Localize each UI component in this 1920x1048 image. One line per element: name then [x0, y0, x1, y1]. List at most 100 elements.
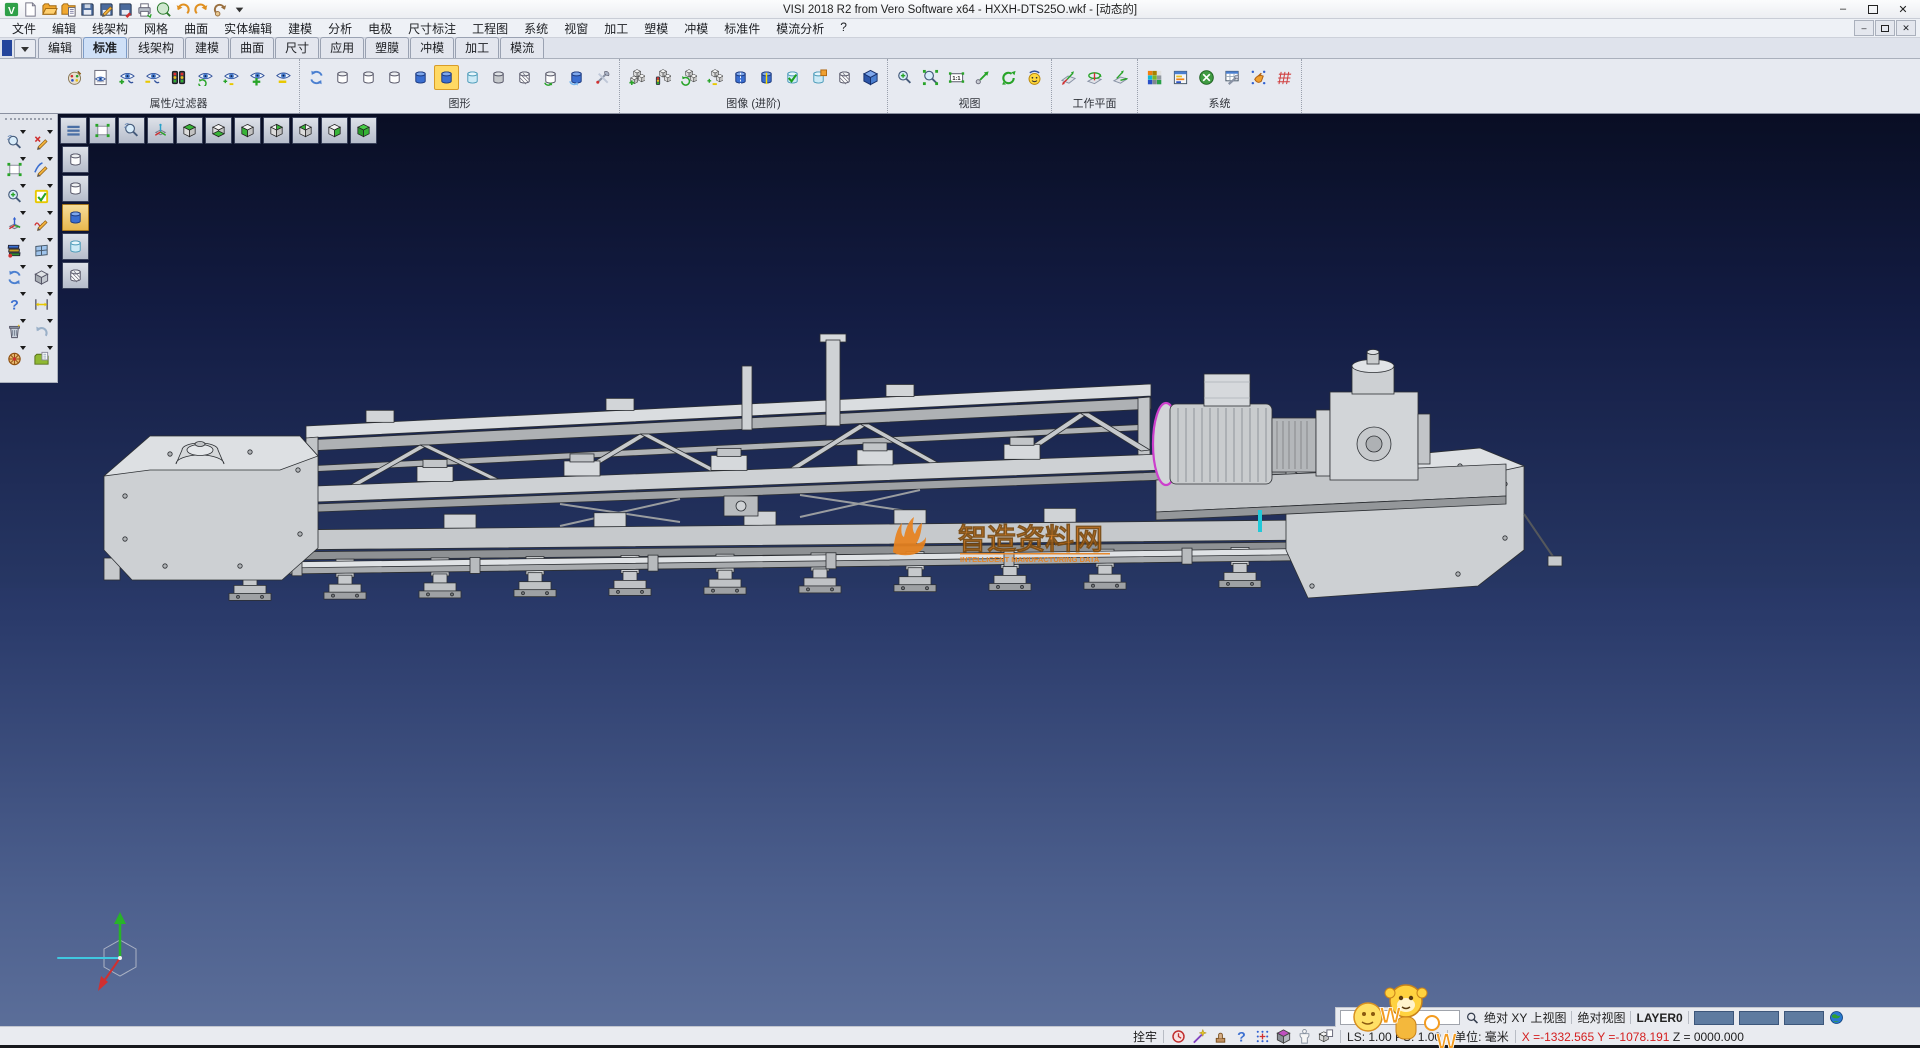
centerline-cylinder-icon[interactable] [754, 65, 779, 90]
snap-mode-icon[interactable] [1254, 1028, 1271, 1045]
ribbon-tab-3[interactable]: 建模 [185, 37, 229, 58]
visi-logo-icon[interactable] [2, 1, 20, 17]
quick-access-dropdown-icon[interactable] [230, 1, 248, 17]
validate-solid-icon[interactable] [780, 65, 805, 90]
attribute-table-icon[interactable] [1220, 65, 1245, 90]
adv-filter-icon[interactable] [650, 65, 675, 90]
menu-item-6[interactable]: 建模 [280, 19, 320, 38]
menu-item-12[interactable]: 视窗 [556, 19, 596, 38]
view-iso-icon[interactable] [350, 117, 377, 144]
minimize-button[interactable]: – [1828, 1, 1858, 17]
menu-item-10[interactable]: 工程图 [464, 19, 516, 38]
menu-item-16[interactable]: 标准件 [716, 19, 768, 38]
menu-item-7[interactable]: 分析 [320, 19, 360, 38]
tab-dropdown-button[interactable] [14, 39, 36, 58]
mode-shaded-icon[interactable] [62, 204, 89, 231]
viewport-canvas[interactable]: 智造资料网 INTELLIGENT MANUFACTURING DATA [0, 114, 1920, 1026]
pan-view-icon[interactable] [970, 65, 995, 90]
ribbon-tab-2[interactable]: 线架构 [128, 37, 184, 58]
grid-settings-icon[interactable] [1272, 65, 1297, 90]
redraw-icon[interactable] [304, 65, 329, 90]
history-icon[interactable] [1170, 1028, 1187, 1045]
hide-all-icon[interactable] [270, 65, 295, 90]
adv-regen-icon[interactable] [676, 65, 701, 90]
menu-item-11[interactable]: 系统 [516, 19, 556, 38]
maximize-button[interactable] [1858, 1, 1888, 17]
layer-swatch-3[interactable] [1784, 1011, 1824, 1025]
zoom-dynamic-icon[interactable] [118, 117, 145, 144]
layer-swatch-1[interactable] [1694, 1011, 1734, 1025]
workplane-align-icon[interactable] [1108, 65, 1133, 90]
workplane-indicator-icon[interactable] [1275, 1028, 1292, 1045]
dashed-hidden-mode-icon[interactable] [382, 65, 407, 90]
menu-item-4[interactable]: 曲面 [176, 19, 216, 38]
confirm-icon[interactable] [29, 183, 54, 209]
view-mode-label[interactable]: 绝对视图 [1577, 1009, 1625, 1026]
color-table-icon[interactable] [1142, 65, 1167, 90]
ribbon-tab-4[interactable]: 曲面 [230, 37, 274, 58]
workplane-create-icon[interactable] [1056, 65, 1081, 90]
print-icon[interactable] [135, 1, 153, 17]
view-menu-icon[interactable] [60, 117, 87, 144]
axonometric-icon[interactable] [147, 117, 174, 144]
help-icon[interactable] [2, 291, 27, 317]
ribbon-tab-0[interactable]: 编辑 [38, 37, 82, 58]
render-settings-icon[interactable] [590, 65, 615, 90]
snap-settings-icon[interactable] [1246, 65, 1271, 90]
ribbon-tab-7[interactable]: 塑膜 [365, 37, 409, 58]
solid-view-icon[interactable] [858, 65, 883, 90]
shaded-mode-icon[interactable] [408, 65, 433, 90]
attribute-manager-icon[interactable] [2, 237, 27, 263]
zoom-fit-icon[interactable] [2, 156, 27, 182]
menu-item-8[interactable]: 电极 [360, 19, 400, 38]
child-restore-button[interactable] [1875, 20, 1895, 36]
wireframe-mode-icon[interactable] [330, 65, 355, 90]
solid-preview-icon[interactable] [29, 264, 54, 290]
view-orientation-icon[interactable] [1022, 65, 1047, 90]
shaded-edges-mode-icon[interactable] [434, 65, 459, 90]
dashed-cylinder-icon[interactable] [728, 65, 753, 90]
zoom-dynamic-icon[interactable] [2, 129, 27, 155]
show-entities-icon[interactable] [114, 65, 139, 90]
zoom-window-icon[interactable] [892, 65, 917, 90]
show-all-icon[interactable] [244, 65, 269, 90]
menu-item-13[interactable]: 加工 [596, 19, 636, 38]
toolbar-grip[interactable] [5, 118, 52, 126]
sketch-icon[interactable] [29, 210, 54, 236]
fit-view-icon[interactable] [89, 117, 116, 144]
menu-item-0[interactable]: 文件 [4, 19, 44, 38]
menu-item-14[interactable]: 塑模 [636, 19, 676, 38]
stamp-icon[interactable] [1212, 1028, 1229, 1045]
menu-item-9[interactable]: 尺寸标注 [400, 19, 464, 38]
view-back-icon[interactable] [263, 117, 290, 144]
open-file-icon[interactable] [40, 1, 58, 17]
undo-last-icon[interactable] [29, 318, 54, 344]
menu-item-1[interactable]: 编辑 [44, 19, 84, 38]
ribbon-tab-8[interactable]: 冲模 [410, 37, 454, 58]
view-top-icon[interactable] [176, 117, 203, 144]
redo-icon[interactable] [192, 1, 210, 17]
undo-icon[interactable] [173, 1, 191, 17]
repeat-icon[interactable] [211, 1, 229, 17]
ribbon-tab-6[interactable]: 应用 [320, 37, 364, 58]
layer-swatch-2[interactable] [1739, 1011, 1779, 1025]
export-icon[interactable] [116, 1, 134, 17]
hatch-solid-icon[interactable] [832, 65, 857, 90]
mode-wireframe-icon[interactable] [62, 146, 89, 173]
menu-item-18[interactable]: ? [832, 19, 855, 38]
mode-hatched-icon[interactable] [62, 262, 89, 289]
view-right-icon[interactable] [321, 117, 348, 144]
mode-transparent-icon[interactable] [62, 233, 89, 260]
menu-item-3[interactable]: 网格 [136, 19, 176, 38]
child-minimize-button[interactable]: – [1854, 20, 1874, 36]
menu-item-15[interactable]: 冲模 [676, 19, 716, 38]
lock-toggle[interactable]: 拴牢 [1133, 1028, 1157, 1045]
close-button[interactable]: ✕ [1888, 1, 1918, 17]
view-bottom-icon[interactable] [205, 117, 232, 144]
options-icon[interactable] [1194, 65, 1219, 90]
workplane-rotate-icon[interactable] [1082, 65, 1107, 90]
viewport[interactable]: 智造资料网 INTELLIGENT MANUFACTURING DATA [0, 114, 1920, 1026]
adv-toggle-icon[interactable] [702, 65, 727, 90]
modify-attributes-icon[interactable] [62, 65, 87, 90]
save-as-icon[interactable] [97, 1, 115, 17]
